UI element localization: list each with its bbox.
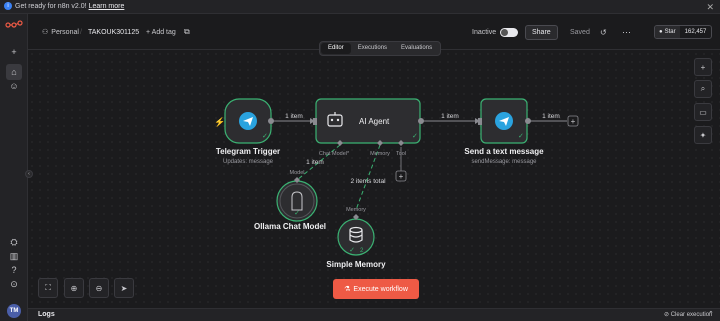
svg-text:+: + [571,117,576,126]
node-send-message[interactable]: ✓ [478,98,531,144]
edge-label: 1 item [542,113,560,120]
pointer-icon[interactable]: ➤ [114,278,134,298]
edge-label: 1 item [441,113,459,120]
svg-text:✓: ✓ [262,133,268,140]
collapse-sidebar-icon[interactable]: ‹ [25,170,33,178]
node-title: AI Agent [359,117,390,126]
tab-editor[interactable]: Editor [321,43,351,54]
logs-title: Logs [38,311,55,318]
port-label-chat-model: Chat Model* [319,151,350,157]
add-node-after-send[interactable]: + [567,115,579,127]
sticky-note-icon[interactable]: ▭ [694,103,712,121]
ai-assistant-icon[interactable]: ✦ [694,126,712,144]
port-label-tool: Tool [396,151,406,157]
svg-text:✓: ✓ [349,247,355,254]
tab-evaluations[interactable]: Evaluations [394,43,439,54]
chevron-up-icon[interactable]: ⌃ [708,309,714,321]
node-title: Send a text message [464,147,544,156]
search-icon[interactable]: ⌕ [694,80,712,98]
fit-view-icon[interactable]: ⛶ [38,278,58,298]
port-label-memory-in: Memory [346,207,366,213]
port-label-memory: Memory [370,151,390,157]
node-title: Telegram Trigger [216,147,280,156]
add-tool-button[interactable]: + [395,170,407,182]
node-title: Ollama Chat Model [254,222,326,231]
view-tabs: Editor Executions Evaluations [319,41,442,56]
clear-execution-button[interactable]: ⊘ Clear execution [664,309,712,321]
node-subtitle: Updates: message [223,159,274,165]
zoom-out-icon[interactable]: ⊖ [89,278,109,298]
edge-label: 2 items total [350,178,386,185]
node-subtitle: sendMessage: message [471,159,537,165]
execute-workflow-button[interactable]: ⚗ Execute workflow [333,279,419,299]
zoom-in-icon[interactable]: ⊕ [64,278,84,298]
svg-text:✓: ✓ [412,133,418,140]
logs-panel[interactable]: Logs ⊘ Clear execution ⌃ [28,308,720,321]
edge-label: 1 item [285,113,303,120]
svg-text:+: + [399,172,404,181]
tab-executions[interactable]: Executions [351,43,394,54]
node-title: Simple Memory [326,260,386,269]
trigger-bolt-icon: ⚡ [214,116,225,128]
node-telegram-trigger[interactable]: ⚡ ✓ [214,98,274,144]
svg-text:✓: ✓ [294,210,300,217]
flask-icon: ⚗ [344,286,351,293]
node-ollama-chat-model[interactable]: ✓ [276,177,318,222]
node-simple-memory[interactable]: ✓ 2 [337,214,375,256]
svg-text:✓: ✓ [518,133,524,140]
add-node-icon[interactable]: + [694,58,712,76]
edge-label: 1 item [306,159,324,166]
port-label-model: Model [290,170,305,176]
